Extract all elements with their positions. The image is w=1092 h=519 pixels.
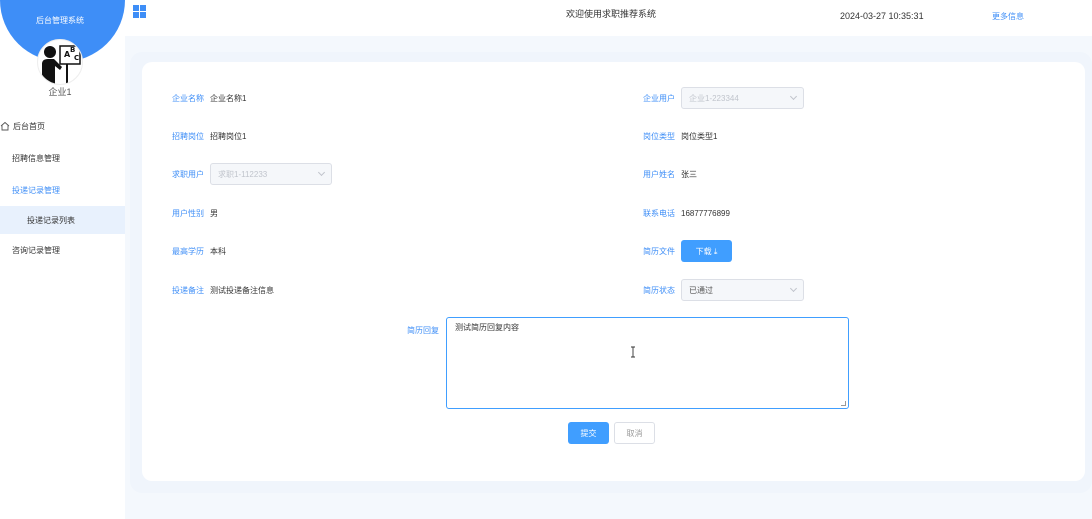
sidebar-item-application-list[interactable]: 投递记录列表 [0, 206, 125, 234]
field-value: 张三 [681, 169, 697, 179]
resume-status-field: 简历状态 已通过 [643, 279, 804, 301]
sidebar-item-label: 咨询记录管理 [12, 245, 60, 255]
job-seeker-select[interactable]: 求职1-112233 [210, 163, 332, 185]
field-value: 测试投递备注信息 [210, 285, 274, 295]
submit-button[interactable]: 提交 [568, 422, 609, 444]
topbar: 欢迎使用求职推荐系统 2024-03-27 10:35:31 更多信息 [125, 0, 1092, 36]
field-value: 企业名称1 [210, 93, 247, 103]
sidebar-item-home[interactable]: 后台首页 [0, 110, 125, 142]
gender-field: 用户性别 男 [172, 202, 218, 224]
welcome-text: 欢迎使用求职推荐系统 [566, 9, 657, 19]
field-label: 联系电话 [643, 208, 675, 218]
resume-file-field: 简历文件 下载 ⤓ [643, 240, 732, 262]
sidebar: 后台管理系统 A B C 企业1 后台首页 招聘信息管理 投递记录管理 投递记录… [0, 0, 125, 519]
company-name-field: 企业名称 企业名称1 [172, 87, 246, 109]
field-label: 投递备注 [172, 285, 204, 295]
home-icon [0, 121, 10, 131]
field-value: 16877776899 [681, 208, 730, 218]
field-label: 用户性别 [172, 208, 204, 218]
field-label: 用户姓名 [643, 169, 675, 179]
download-button[interactable]: 下载 ⤓ [681, 240, 732, 262]
select-value: 企业1-223344 [689, 93, 739, 103]
field-label: 求职用户 [172, 169, 204, 179]
sidebar-item-label: 投递记录管理 [12, 185, 60, 195]
system-title: 后台管理系统 [36, 16, 84, 25]
field-label: 简历文件 [643, 246, 675, 256]
field-label: 最高学历 [172, 246, 204, 256]
phone-field: 联系电话 16877776899 [643, 202, 730, 224]
resume-status-select[interactable]: 已通过 [681, 279, 804, 301]
reply-text: 测试简历回复内容 [455, 323, 519, 332]
teacher-avatar-icon: A B C [42, 45, 81, 84]
sidebar-item-job-posts[interactable]: 招聘信息管理 [0, 142, 125, 174]
company-name: 企业1 [48, 87, 72, 97]
svg-text:B: B [70, 46, 75, 54]
reply-textarea[interactable]: 测试简历回复内容 [446, 317, 849, 409]
resize-handle-icon[interactable] [841, 401, 846, 406]
cancel-button[interactable]: 取消 [614, 422, 655, 444]
sidebar-item-applications[interactable]: 投递记录管理 [0, 174, 125, 206]
field-value: 招聘岗位1 [210, 131, 247, 141]
sidebar-item-consultations[interactable]: 咨询记录管理 [0, 234, 125, 266]
svg-text:C: C [74, 54, 79, 62]
position-type-field: 岗位类型 岗位类型1 [643, 125, 717, 147]
reply-label: 简历回复 [407, 326, 439, 335]
field-label: 简历状态 [643, 285, 675, 295]
job-seeker-field: 求职用户 求职1-112233 [172, 163, 332, 185]
chevron-down-icon [789, 284, 798, 293]
field-label: 企业用户 [643, 93, 675, 103]
field-value: 本科 [210, 246, 226, 256]
datetime: 2024-03-27 10:35:31 [840, 11, 924, 21]
field-label: 岗位类型 [643, 131, 675, 141]
field-label: 企业名称 [172, 93, 204, 103]
avatar[interactable]: A B C [37, 39, 83, 85]
sidebar-item-label: 投递记录列表 [27, 215, 75, 225]
menu-grid-icon[interactable] [133, 5, 146, 18]
field-value: 岗位类型1 [681, 131, 718, 141]
field-label: 招聘岗位 [172, 131, 204, 141]
more-info-link[interactable]: 更多信息 [992, 11, 1024, 22]
education-field: 最高学历 本科 [172, 240, 226, 262]
company-user-select[interactable]: 企业1-223344 [681, 87, 804, 109]
text-cursor-icon [631, 346, 635, 358]
company-user-field: 企业用户 企业1-223344 [643, 87, 804, 109]
user-name-field: 用户姓名 张三 [643, 163, 697, 185]
chevron-down-icon [789, 92, 798, 101]
form-card [142, 62, 1085, 481]
field-value: 男 [210, 208, 218, 218]
sidebar-menu: 后台首页 招聘信息管理 投递记录管理 投递记录列表 咨询记录管理 [0, 110, 125, 266]
select-value: 已通过 [689, 285, 713, 295]
sidebar-item-label: 招聘信息管理 [12, 153, 60, 163]
sidebar-item-label: 后台首页 [13, 121, 45, 131]
remark-field: 投递备注 测试投递备注信息 [172, 279, 274, 301]
position-field: 招聘岗位 招聘岗位1 [172, 125, 246, 147]
chevron-down-icon [317, 168, 326, 177]
select-value: 求职1-112233 [218, 169, 268, 179]
